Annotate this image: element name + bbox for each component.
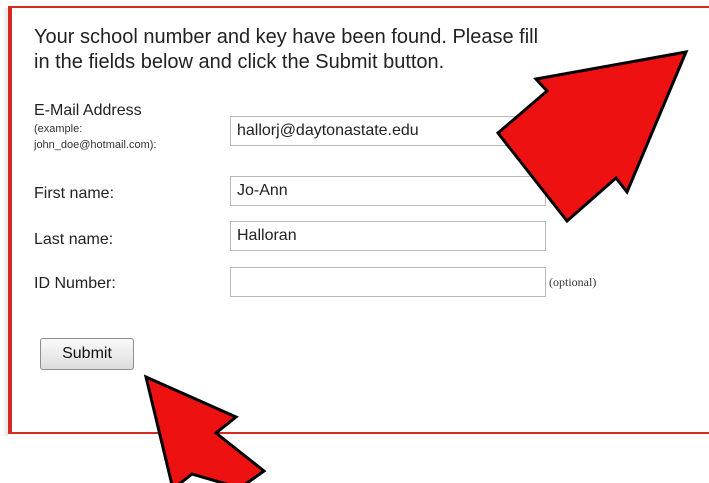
annotation-arrows (143, 50, 689, 483)
arrow-to-submit-button (143, 374, 267, 483)
arrow-to-email-field (495, 50, 689, 224)
screenshot-stage: Your school number and key have been fou… (0, 0, 709, 483)
